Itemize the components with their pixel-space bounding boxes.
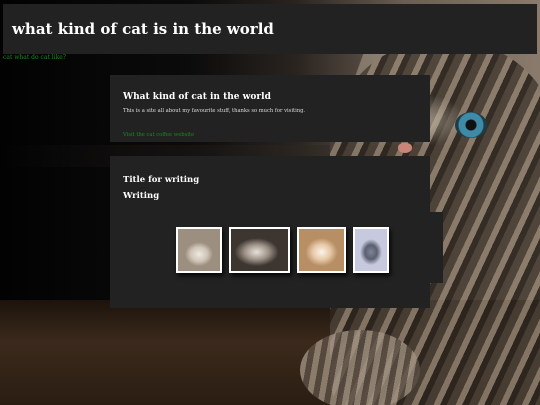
cat-eye	[455, 112, 487, 138]
intro-panel: What kind of cat in the world This is a …	[110, 75, 430, 142]
gallery-image-3[interactable]	[297, 227, 346, 273]
writing-title: Title for writing	[123, 175, 200, 185]
gallery-image-1[interactable]	[176, 227, 222, 273]
intro-text: This is a site all about my favourite st…	[123, 108, 306, 114]
cat-nose	[398, 143, 412, 153]
gallery-image-2[interactable]	[229, 227, 290, 273]
nav-link[interactable]: cat what do cat like?	[3, 54, 66, 61]
site-title: what kind of cat is in the world	[12, 20, 274, 38]
site-header: what kind of cat is in the world	[3, 4, 537, 54]
intro-link[interactable]: Visit the cat coffee website	[123, 132, 194, 138]
gallery-panel-extension	[430, 212, 443, 283]
gallery-image-4[interactable]	[353, 227, 389, 273]
writing-subtitle: Writing	[123, 191, 160, 201]
image-gallery	[176, 227, 389, 273]
intro-title: What kind of cat in the world	[123, 92, 271, 102]
